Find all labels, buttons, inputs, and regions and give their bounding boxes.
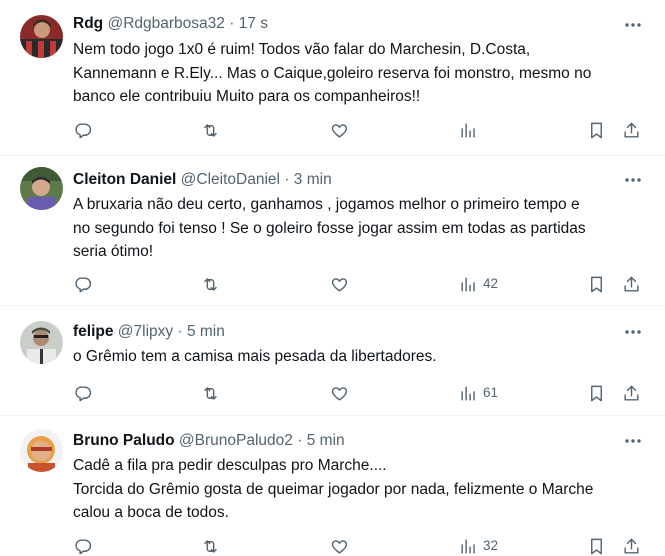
reply-button[interactable] xyxy=(73,120,92,140)
bookmark-icon xyxy=(591,538,602,554)
avatar[interactable] xyxy=(20,167,63,210)
display-name[interactable]: Bruno Paludo xyxy=(73,432,175,449)
retweet-icon xyxy=(204,386,217,400)
views-icon xyxy=(461,538,475,554)
views-icon xyxy=(461,122,475,138)
views-icon xyxy=(461,385,475,401)
like-button[interactable] xyxy=(330,536,349,556)
user-handle[interactable]: @7lipxy xyxy=(118,323,173,340)
reply-button[interactable] xyxy=(73,536,92,556)
reply-icon xyxy=(75,385,92,401)
more-icon[interactable] xyxy=(623,431,643,451)
bookmark-button[interactable] xyxy=(587,383,606,403)
like-icon xyxy=(331,277,348,292)
display-name[interactable]: Cleiton Daniel xyxy=(73,171,176,188)
retweet-icon xyxy=(204,123,217,137)
separator: · xyxy=(297,432,303,449)
reply-button[interactable] xyxy=(73,383,92,403)
share-button[interactable] xyxy=(622,274,641,294)
bookmark-icon xyxy=(591,276,602,292)
retweet-button[interactable] xyxy=(201,383,220,403)
like-button[interactable] xyxy=(330,383,349,403)
tweet[interactable]: Rdg @Rdgbarbosa32 · 17 s Nem todo jogo 1… xyxy=(0,0,665,156)
timestamp[interactable]: 5 min xyxy=(307,432,345,449)
share-icon xyxy=(624,385,639,401)
like-icon xyxy=(331,539,348,554)
like-icon xyxy=(331,123,348,138)
display-name[interactable]: felipe xyxy=(73,323,113,340)
like-button[interactable] xyxy=(330,274,349,294)
bookmark-icon xyxy=(591,122,602,138)
views-button[interactable]: 61 xyxy=(459,383,498,403)
display-name[interactable]: Rdg xyxy=(73,15,103,32)
tweet[interactable]: Bruno Paludo @BrunoPaludo2 · 5 min Cadê … xyxy=(0,416,665,556)
views-icon xyxy=(461,276,475,292)
timestamp[interactable]: 17 s xyxy=(239,15,268,32)
retweet-icon xyxy=(204,277,217,291)
share-button[interactable] xyxy=(622,383,641,403)
bookmark-button[interactable] xyxy=(587,536,606,556)
views-count: 42 xyxy=(483,276,499,291)
retweet-button[interactable] xyxy=(201,120,220,140)
bookmark-button[interactable] xyxy=(587,274,606,294)
reply-button[interactable] xyxy=(73,274,92,294)
tweet-text: A bruxaria não deu certo, ganhamos , jog… xyxy=(73,196,586,260)
views-button[interactable]: 32 xyxy=(459,536,498,556)
retweet-button[interactable] xyxy=(201,536,220,556)
tweet-text: Nem todo jogo 1x0 é ruim! Todos vão fala… xyxy=(73,41,592,105)
tweet-text: o Grêmio tem a camisa mais pesada da lib… xyxy=(73,348,437,365)
bookmark-icon xyxy=(591,385,602,401)
avatar[interactable] xyxy=(20,429,63,472)
more-icon[interactable] xyxy=(623,170,643,190)
tweet-text: Cadê a fila pra pedir desculpas pro Marc… xyxy=(73,457,594,521)
more-icon[interactable] xyxy=(623,322,643,342)
timestamp[interactable]: 5 min xyxy=(187,323,225,340)
share-button[interactable] xyxy=(622,536,641,556)
tweet[interactable]: felipe @7lipxy · 5 min o Grêmio tem a ca… xyxy=(0,306,665,416)
avatar[interactable] xyxy=(20,321,63,364)
retweet-button[interactable] xyxy=(201,274,220,294)
reply-icon xyxy=(75,122,92,138)
tweet[interactable]: Cleiton Daniel @CleitoDaniel · 3 min A b… xyxy=(0,156,665,306)
user-handle[interactable]: @BrunoPaludo2 xyxy=(179,432,293,449)
reply-icon xyxy=(75,276,92,292)
separator: · xyxy=(229,15,235,32)
views-count: 32 xyxy=(483,538,499,553)
reply-icon xyxy=(75,538,92,554)
share-button[interactable] xyxy=(622,120,641,140)
views-count: 61 xyxy=(483,385,499,400)
views-button[interactable]: 42 xyxy=(459,274,498,294)
like-button[interactable] xyxy=(330,120,349,140)
user-handle[interactable]: @CleitoDaniel xyxy=(181,171,280,188)
views-button[interactable] xyxy=(459,120,483,140)
retweet-icon xyxy=(204,539,217,553)
share-icon xyxy=(624,538,639,554)
separator: · xyxy=(177,323,183,340)
like-icon xyxy=(331,386,348,401)
avatar[interactable] xyxy=(20,15,63,58)
bookmark-button[interactable] xyxy=(587,120,606,140)
separator: · xyxy=(284,171,290,188)
user-handle[interactable]: @Rdgbarbosa32 xyxy=(107,15,224,32)
share-icon xyxy=(624,276,639,292)
more-icon[interactable] xyxy=(623,15,643,35)
timestamp[interactable]: 3 min xyxy=(294,171,332,188)
share-icon xyxy=(624,122,639,138)
